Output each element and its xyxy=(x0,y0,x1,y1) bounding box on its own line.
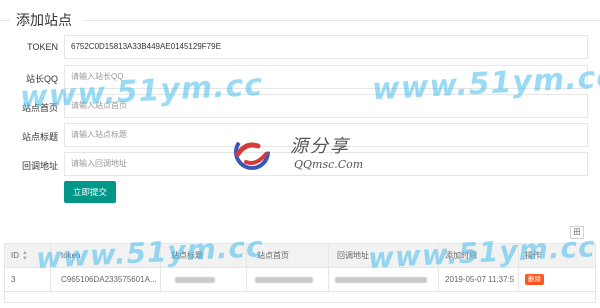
sites-table: ID ▲ ▼ token 站点标题 站点首页 回调地址 添加时间 操作 3 C965… xyxy=(4,243,596,303)
sort-icon[interactable]: ▲ ▼ xyxy=(22,250,28,262)
callback-label: 回调地址 xyxy=(21,161,58,171)
form-row-homepage: 站点首页 请输入站点首页 xyxy=(0,94,600,120)
redacted-text xyxy=(175,276,215,283)
qq-label: 站长QQ xyxy=(25,74,58,84)
qq-input[interactable]: 请输入站长QQ xyxy=(64,65,588,89)
column-header-homepage: 站点首页 xyxy=(247,244,329,268)
divider xyxy=(84,20,600,21)
columns-icon[interactable]: 田 xyxy=(570,226,584,239)
site-title-label: 站点标题 xyxy=(21,132,58,142)
form-row-site-title: 站点标题 请输入站点标题 xyxy=(0,123,600,149)
divider xyxy=(0,20,10,21)
column-header-id[interactable]: ID ▲ ▼ xyxy=(5,244,51,268)
table-row: 3 C965106DA233575601A... 2019-05-07 11:3… xyxy=(5,268,595,292)
redacted-text xyxy=(335,276,427,283)
cell-site-title xyxy=(161,268,247,292)
redacted-text xyxy=(255,276,313,283)
page-title: 添加站点 xyxy=(16,12,72,28)
column-header-callback: 回调地址 xyxy=(329,244,439,268)
delete-button[interactable]: 删除 xyxy=(525,274,544,286)
cell-token: C965106DA233575601A... xyxy=(51,268,161,292)
form-row-qq: 站长QQ 请输入站长QQ xyxy=(0,65,600,91)
callback-input[interactable]: 请输入回调地址 xyxy=(64,152,588,176)
form-row-callback: 回调地址 请输入回调地址 xyxy=(0,152,600,178)
cell-callback xyxy=(329,268,439,292)
column-header-token: token xyxy=(51,244,161,268)
homepage-input[interactable]: 请输入站点首页 xyxy=(64,94,588,118)
column-header-action: 操作 xyxy=(525,251,541,260)
submit-button[interactable]: 立即提交 xyxy=(64,181,116,203)
column-header-site-title: 站点标题 xyxy=(161,244,247,268)
cell-action: 删除 xyxy=(519,268,595,292)
site-title-input[interactable]: 请输入站点标题 xyxy=(64,123,588,147)
form-row-token: TOKEN 6752C0D15813A33B449AE0145129F79E xyxy=(0,35,600,61)
homepage-label: 站点首页 xyxy=(21,103,58,113)
cell-id: 3 xyxy=(5,268,51,292)
column-header-added-time: 添加时间 xyxy=(439,244,519,268)
cell-homepage xyxy=(247,268,329,292)
token-input[interactable]: 6752C0D15813A33B449AE0145129F79E xyxy=(64,35,588,59)
cell-added-time: 2019-05-07 11:37:5 xyxy=(439,268,519,292)
table-header: ID ▲ ▼ token 站点标题 站点首页 回调地址 添加时间 操作 xyxy=(5,244,595,268)
form-fieldset-title: 添加站点 xyxy=(0,8,600,32)
token-label: TOKEN xyxy=(27,42,58,52)
